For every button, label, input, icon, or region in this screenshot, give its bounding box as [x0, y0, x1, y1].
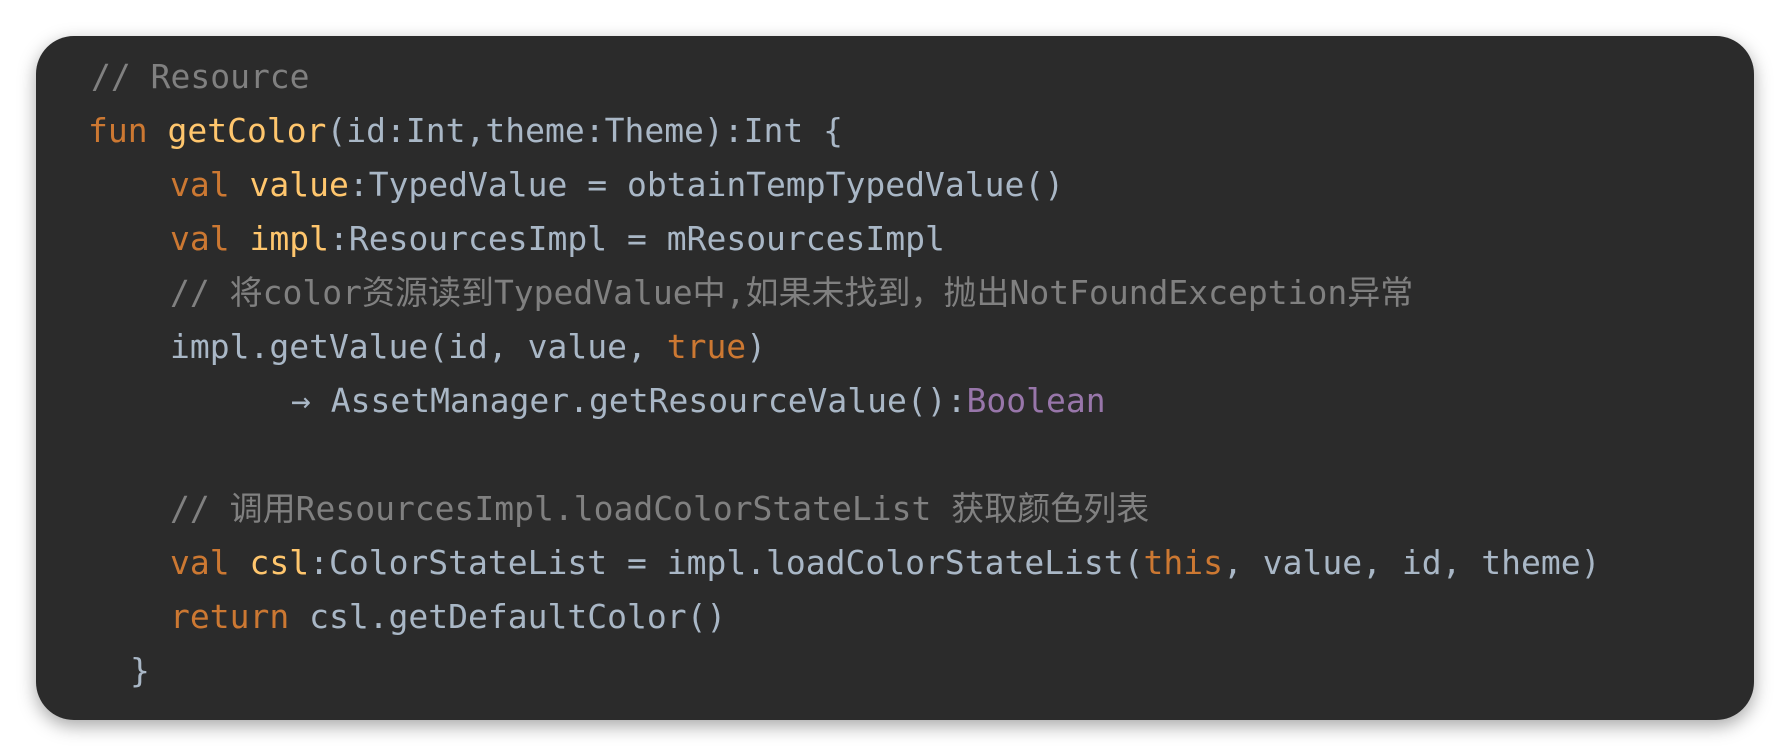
code-line: return csl.getDefaultColor() [36, 590, 1601, 644]
code-token-plain: :TypedValue = obtainTempTypedValue() [348, 165, 1065, 204]
code-line: val impl:ResourcesImpl = mResourcesImpl [36, 212, 1601, 266]
code-token-keyword: true [666, 327, 747, 366]
code-token-type_purple: Boolean [966, 381, 1106, 420]
code-line: val csl:ColorStateList = impl.loadColorS… [36, 536, 1601, 590]
code-token-keyword: val [170, 543, 250, 582]
code-token-plain: } [130, 651, 150, 690]
code-token-keyword: this [1143, 543, 1224, 582]
code-token-function: csl [249, 543, 310, 582]
code-token-plain: csl.getDefaultColor() [309, 597, 727, 636]
code-token-plain: :ResourcesImpl = mResourcesImpl [328, 219, 945, 258]
code-token-function: getColor [167, 111, 327, 150]
code-line: impl.getValue(id, value, true) [36, 320, 1601, 374]
code-token-function: impl [249, 219, 329, 258]
code-token-keyword: val [170, 219, 250, 258]
code-block: // Resource fun getColor(id:Int,theme:The… [36, 50, 1601, 698]
code-token-plain: impl.getValue(id, value, [170, 327, 667, 366]
code-line: val value:TypedValue = obtainTempTypedVa… [36, 158, 1601, 212]
code-line: // Resource [36, 50, 1601, 104]
code-line: } [36, 644, 1601, 698]
code-token-plain: → AssetManager.getResourceValue(): [291, 381, 967, 420]
code-token-keyword: fun [88, 111, 168, 150]
code-token-keyword: val [170, 165, 250, 204]
code-token-comment: // Resource [91, 57, 310, 96]
code-line: // 将color资源读到TypedValue中,如果未找到，抛出NotFoun… [36, 266, 1601, 320]
code-token-plain: :ColorStateList = impl.loadColorStateLis… [309, 543, 1144, 582]
code-token-comment: // 将color资源读到TypedValue中,如果未找到，抛出NotFoun… [170, 273, 1414, 312]
code-token-keyword: return [170, 597, 310, 636]
code-token-comment: // 调用ResourcesImpl.loadColorStateList 获取… [170, 489, 1150, 528]
code-line: // 调用ResourcesImpl.loadColorStateList 获取… [36, 482, 1601, 536]
code-window: // Resource fun getColor(id:Int,theme:The… [36, 36, 1754, 720]
code-token-plain: , value, id, theme) [1223, 543, 1601, 582]
code-token-plain: (id:Int,theme:Theme):Int { [326, 111, 843, 150]
code-token-function: value [249, 165, 349, 204]
code-line: → AssetManager.getResourceValue():Boolea… [36, 374, 1601, 428]
code-line: fun getColor(id:Int,theme:Theme):Int { [36, 104, 1601, 158]
code-token-plain: ) [746, 327, 767, 366]
